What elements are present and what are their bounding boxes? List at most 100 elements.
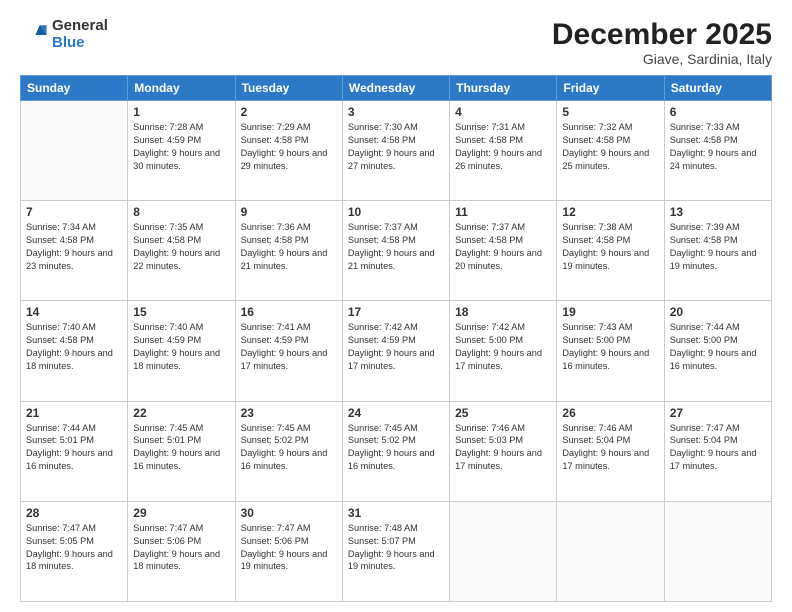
day-number: 18 bbox=[455, 305, 551, 319]
day-info: Sunrise: 7:39 AMSunset: 4:58 PMDaylight:… bbox=[670, 221, 766, 273]
day-info: Sunrise: 7:46 AMSunset: 5:04 PMDaylight:… bbox=[562, 422, 658, 474]
header-cell-monday: Monday bbox=[128, 76, 235, 101]
day-number: 13 bbox=[670, 205, 766, 219]
calendar-cell bbox=[450, 501, 557, 601]
day-number: 1 bbox=[133, 105, 229, 119]
header-cell-tuesday: Tuesday bbox=[235, 76, 342, 101]
calendar-cell: 28 Sunrise: 7:47 AMSunset: 5:05 PMDaylig… bbox=[21, 501, 128, 601]
calendar-week-1: 1 Sunrise: 7:28 AMSunset: 4:59 PMDayligh… bbox=[21, 101, 772, 201]
logo: General Blue bbox=[20, 18, 108, 51]
calendar-cell: 26 Sunrise: 7:46 AMSunset: 5:04 PMDaylig… bbox=[557, 401, 664, 501]
calendar-cell: 21 Sunrise: 7:44 AMSunset: 5:01 PMDaylig… bbox=[21, 401, 128, 501]
logo-blue: Blue bbox=[52, 35, 108, 52]
calendar-table: SundayMondayTuesdayWednesdayThursdayFrid… bbox=[20, 75, 772, 602]
day-number: 21 bbox=[26, 406, 122, 420]
calendar-cell: 11 Sunrise: 7:37 AMSunset: 4:58 PMDaylig… bbox=[450, 201, 557, 301]
day-info: Sunrise: 7:32 AMSunset: 4:58 PMDaylight:… bbox=[562, 121, 658, 173]
day-number: 20 bbox=[670, 305, 766, 319]
day-number: 28 bbox=[26, 506, 122, 520]
calendar-cell: 12 Sunrise: 7:38 AMSunset: 4:58 PMDaylig… bbox=[557, 201, 664, 301]
day-info: Sunrise: 7:42 AMSunset: 5:00 PMDaylight:… bbox=[455, 321, 551, 373]
calendar-cell: 18 Sunrise: 7:42 AMSunset: 5:00 PMDaylig… bbox=[450, 301, 557, 401]
day-info: Sunrise: 7:31 AMSunset: 4:58 PMDaylight:… bbox=[455, 121, 551, 173]
calendar-header-row: SundayMondayTuesdayWednesdayThursdayFrid… bbox=[21, 76, 772, 101]
header-cell-wednesday: Wednesday bbox=[342, 76, 449, 101]
day-info: Sunrise: 7:44 AMSunset: 5:00 PMDaylight:… bbox=[670, 321, 766, 373]
header-cell-sunday: Sunday bbox=[21, 76, 128, 101]
day-number: 14 bbox=[26, 305, 122, 319]
day-info: Sunrise: 7:48 AMSunset: 5:07 PMDaylight:… bbox=[348, 522, 444, 574]
day-info: Sunrise: 7:45 AMSunset: 5:02 PMDaylight:… bbox=[348, 422, 444, 474]
day-info: Sunrise: 7:40 AMSunset: 4:59 PMDaylight:… bbox=[133, 321, 229, 373]
calendar-cell: 2 Sunrise: 7:29 AMSunset: 4:58 PMDayligh… bbox=[235, 101, 342, 201]
day-number: 25 bbox=[455, 406, 551, 420]
calendar-cell: 23 Sunrise: 7:45 AMSunset: 5:02 PMDaylig… bbox=[235, 401, 342, 501]
header-cell-friday: Friday bbox=[557, 76, 664, 101]
logo-text: General Blue bbox=[52, 18, 108, 51]
day-info: Sunrise: 7:46 AMSunset: 5:03 PMDaylight:… bbox=[455, 422, 551, 474]
calendar-cell: 3 Sunrise: 7:30 AMSunset: 4:58 PMDayligh… bbox=[342, 101, 449, 201]
day-info: Sunrise: 7:35 AMSunset: 4:58 PMDaylight:… bbox=[133, 221, 229, 273]
day-info: Sunrise: 7:40 AMSunset: 4:58 PMDaylight:… bbox=[26, 321, 122, 373]
calendar-cell: 19 Sunrise: 7:43 AMSunset: 5:00 PMDaylig… bbox=[557, 301, 664, 401]
day-number: 8 bbox=[133, 205, 229, 219]
calendar-week-3: 14 Sunrise: 7:40 AMSunset: 4:58 PMDaylig… bbox=[21, 301, 772, 401]
calendar-cell: 25 Sunrise: 7:46 AMSunset: 5:03 PMDaylig… bbox=[450, 401, 557, 501]
day-info: Sunrise: 7:36 AMSunset: 4:58 PMDaylight:… bbox=[241, 221, 337, 273]
calendar-cell: 29 Sunrise: 7:47 AMSunset: 5:06 PMDaylig… bbox=[128, 501, 235, 601]
calendar-week-5: 28 Sunrise: 7:47 AMSunset: 5:05 PMDaylig… bbox=[21, 501, 772, 601]
calendar-cell: 8 Sunrise: 7:35 AMSunset: 4:58 PMDayligh… bbox=[128, 201, 235, 301]
day-info: Sunrise: 7:47 AMSunset: 5:06 PMDaylight:… bbox=[133, 522, 229, 574]
day-info: Sunrise: 7:28 AMSunset: 4:59 PMDaylight:… bbox=[133, 121, 229, 173]
calendar-cell: 14 Sunrise: 7:40 AMSunset: 4:58 PMDaylig… bbox=[21, 301, 128, 401]
day-number: 15 bbox=[133, 305, 229, 319]
page: General Blue December 2025 Giave, Sardin… bbox=[0, 0, 792, 612]
day-info: Sunrise: 7:38 AMSunset: 4:58 PMDaylight:… bbox=[562, 221, 658, 273]
day-info: Sunrise: 7:47 AMSunset: 5:05 PMDaylight:… bbox=[26, 522, 122, 574]
day-number: 24 bbox=[348, 406, 444, 420]
day-number: 27 bbox=[670, 406, 766, 420]
day-info: Sunrise: 7:29 AMSunset: 4:58 PMDaylight:… bbox=[241, 121, 337, 173]
day-number: 5 bbox=[562, 105, 658, 119]
day-info: Sunrise: 7:33 AMSunset: 4:58 PMDaylight:… bbox=[670, 121, 766, 173]
title-location: Giave, Sardinia, Italy bbox=[552, 51, 772, 67]
day-number: 26 bbox=[562, 406, 658, 420]
calendar-cell: 17 Sunrise: 7:42 AMSunset: 4:59 PMDaylig… bbox=[342, 301, 449, 401]
day-number: 2 bbox=[241, 105, 337, 119]
calendar-cell: 1 Sunrise: 7:28 AMSunset: 4:59 PMDayligh… bbox=[128, 101, 235, 201]
day-number: 7 bbox=[26, 205, 122, 219]
day-info: Sunrise: 7:42 AMSunset: 4:59 PMDaylight:… bbox=[348, 321, 444, 373]
day-info: Sunrise: 7:45 AMSunset: 5:02 PMDaylight:… bbox=[241, 422, 337, 474]
day-number: 23 bbox=[241, 406, 337, 420]
calendar-cell: 30 Sunrise: 7:47 AMSunset: 5:06 PMDaylig… bbox=[235, 501, 342, 601]
calendar-cell: 20 Sunrise: 7:44 AMSunset: 5:00 PMDaylig… bbox=[664, 301, 771, 401]
header: General Blue December 2025 Giave, Sardin… bbox=[20, 18, 772, 67]
logo-general: General bbox=[52, 18, 108, 35]
day-number: 4 bbox=[455, 105, 551, 119]
header-cell-saturday: Saturday bbox=[664, 76, 771, 101]
day-info: Sunrise: 7:37 AMSunset: 4:58 PMDaylight:… bbox=[455, 221, 551, 273]
day-info: Sunrise: 7:45 AMSunset: 5:01 PMDaylight:… bbox=[133, 422, 229, 474]
calendar-cell: 4 Sunrise: 7:31 AMSunset: 4:58 PMDayligh… bbox=[450, 101, 557, 201]
day-number: 22 bbox=[133, 406, 229, 420]
calendar-week-2: 7 Sunrise: 7:34 AMSunset: 4:58 PMDayligh… bbox=[21, 201, 772, 301]
calendar-cell: 5 Sunrise: 7:32 AMSunset: 4:58 PMDayligh… bbox=[557, 101, 664, 201]
day-number: 16 bbox=[241, 305, 337, 319]
calendar-cell: 24 Sunrise: 7:45 AMSunset: 5:02 PMDaylig… bbox=[342, 401, 449, 501]
day-number: 9 bbox=[241, 205, 337, 219]
calendar-cell bbox=[664, 501, 771, 601]
title-block: December 2025 Giave, Sardinia, Italy bbox=[552, 18, 772, 67]
calendar-cell: 16 Sunrise: 7:41 AMSunset: 4:59 PMDaylig… bbox=[235, 301, 342, 401]
calendar-cell bbox=[557, 501, 664, 601]
day-number: 30 bbox=[241, 506, 337, 520]
day-info: Sunrise: 7:44 AMSunset: 5:01 PMDaylight:… bbox=[26, 422, 122, 474]
calendar-cell: 22 Sunrise: 7:45 AMSunset: 5:01 PMDaylig… bbox=[128, 401, 235, 501]
day-number: 3 bbox=[348, 105, 444, 119]
header-cell-thursday: Thursday bbox=[450, 76, 557, 101]
day-number: 17 bbox=[348, 305, 444, 319]
calendar-cell: 13 Sunrise: 7:39 AMSunset: 4:58 PMDaylig… bbox=[664, 201, 771, 301]
day-number: 31 bbox=[348, 506, 444, 520]
title-month: December 2025 bbox=[552, 18, 772, 51]
calendar-cell: 31 Sunrise: 7:48 AMSunset: 5:07 PMDaylig… bbox=[342, 501, 449, 601]
logo-icon bbox=[20, 21, 48, 49]
